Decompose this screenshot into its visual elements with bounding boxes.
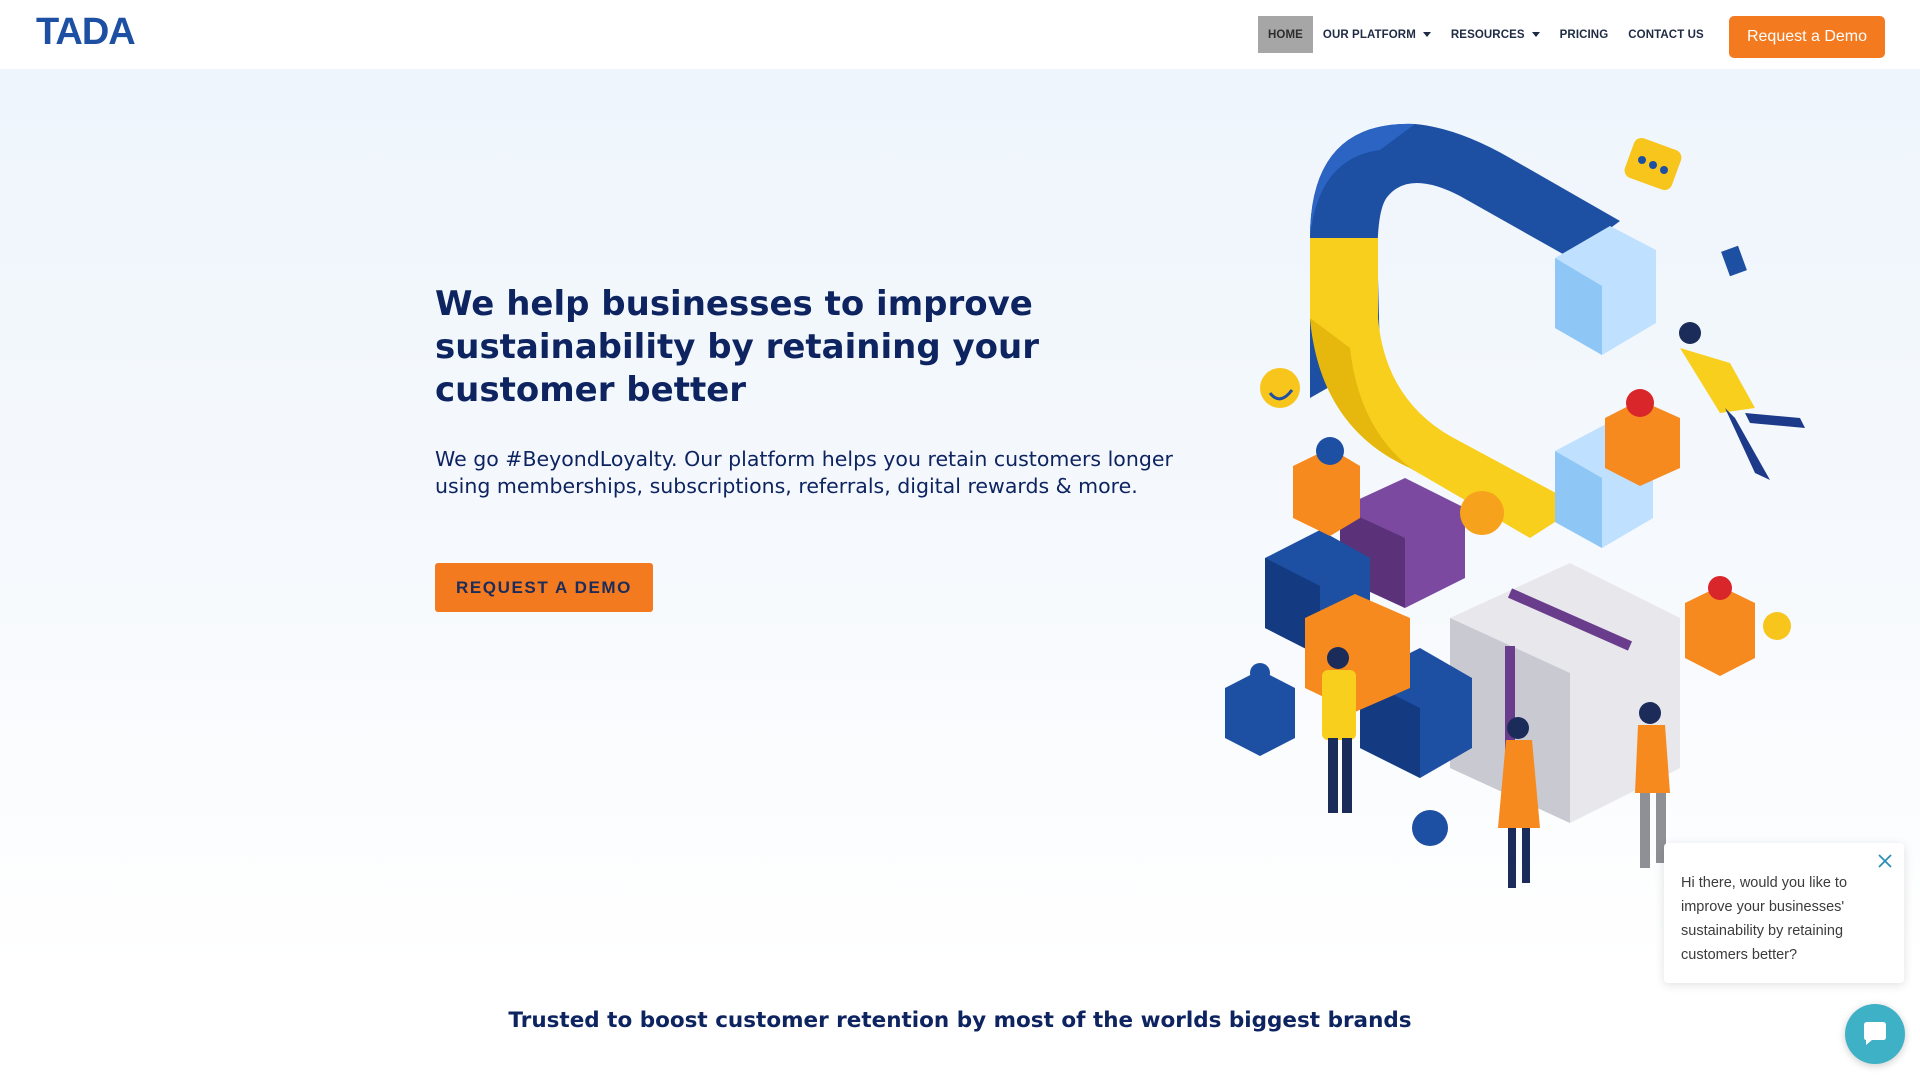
main-nav: HOME OUR PLATFORM RESOURCES PRICING CONT… — [1258, 16, 1714, 53]
nav-item-resources[interactable]: RESOURCES — [1441, 16, 1550, 53]
gift-bow — [1708, 576, 1732, 600]
hero-request-demo-button[interactable]: REQUEST A DEMO — [435, 563, 653, 612]
smile-emoji-icon — [1260, 368, 1300, 408]
nav-item-home[interactable]: HOME — [1258, 16, 1313, 53]
coin-icon — [1412, 810, 1448, 846]
nav-item-label: CONTACT US — [1628, 28, 1704, 41]
hero-subtitle: We go #BeyondLoyalty. Our platform helps… — [435, 447, 1173, 498]
nav-item-contact-us[interactable]: CONTACT US — [1618, 16, 1714, 53]
hero-title: We help businesses to improve sustainabi… — [435, 284, 1039, 410]
gift-bow — [1460, 491, 1504, 535]
site-header: TADA HOME OUR PLATFORM RESOURCES PRICING… — [0, 0, 1920, 69]
chat-dot — [1649, 161, 1657, 169]
trusted-heading: Trusted to boost customer retention by m… — [508, 1008, 1412, 1033]
nav-item-label: RESOURCES — [1450, 28, 1525, 41]
chat-message: Hi there, would you like to improve your… — [1681, 875, 1848, 963]
nav-item-label: PRICING — [1559, 28, 1609, 41]
gift-bow — [1626, 389, 1654, 417]
person-man — [1322, 647, 1356, 813]
hero-illustration — [1225, 123, 1805, 888]
request-demo-button[interactable]: Request a Demo — [1729, 16, 1885, 58]
nav-item-label: HOME — [1268, 28, 1303, 41]
person-flying — [1679, 322, 1805, 480]
gift-box-orange — [1305, 594, 1410, 712]
chat-dot — [1660, 166, 1668, 174]
chat-launcher-button[interactable] — [1845, 1004, 1905, 1064]
svg-text:TADA: TADA — [36, 12, 135, 48]
gift-bow — [1316, 437, 1344, 465]
nav-item-our-platform[interactable]: OUR PLATFORM — [1313, 16, 1441, 53]
caret-down-icon — [1531, 32, 1540, 37]
tada-logo[interactable]: TADA — [36, 12, 156, 48]
nav-item-label: OUR PLATFORM — [1322, 28, 1416, 41]
caret-down-icon — [1422, 32, 1431, 37]
nav-item-pricing[interactable]: PRICING — [1550, 16, 1619, 53]
close-icon[interactable] — [1876, 852, 1894, 870]
smile-emoji-icon — [1763, 612, 1791, 640]
gift-bow — [1250, 663, 1270, 683]
chat-dot — [1638, 156, 1646, 164]
thumbs-up-icon — [1721, 245, 1747, 277]
chat-bubble-icon — [1864, 1022, 1886, 1045]
chat-popup[interactable]: Hi there, would you like to improve your… — [1664, 843, 1904, 983]
